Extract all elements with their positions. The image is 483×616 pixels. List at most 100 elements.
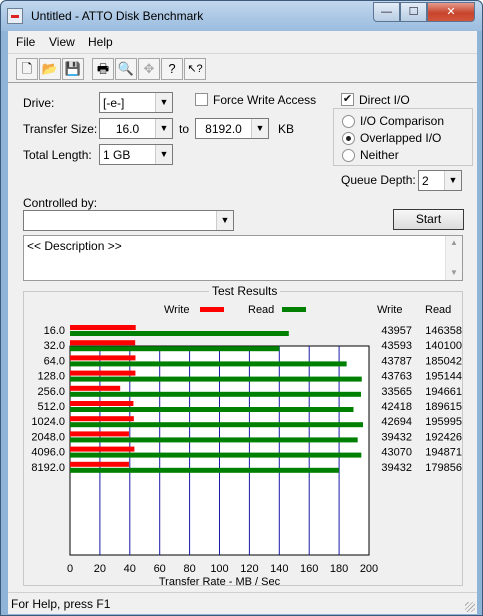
help-icon[interactable]: ? [161, 58, 183, 80]
read-bar [70, 467, 339, 473]
test-results-group: Test Results 0 20 40 60 80 100 120 140 160 180 200… [23, 284, 463, 587]
category-label: 8192.0 [31, 462, 65, 474]
write-bar [70, 385, 121, 391]
read-bar [70, 391, 362, 397]
transfer-rate-chart: 0 20 40 60 80 100 120 140 160 180 200 Transfer Rate… [31, 304, 462, 587]
x-tick-label: 100 [210, 563, 228, 575]
read-value: 146358 [425, 325, 462, 337]
start-button[interactable]: Start [393, 209, 464, 230]
queue-depth-value: 2 [422, 174, 429, 188]
read-bar [70, 437, 358, 443]
neither-radio[interactable] [342, 149, 355, 162]
write-bar [70, 355, 136, 361]
category-label: 2048.0 [31, 431, 65, 443]
context-help-icon[interactable]: ↖? [184, 58, 206, 80]
write-bar [70, 370, 136, 376]
read-bar [70, 331, 289, 336]
chevron-down-icon: ▼ [444, 171, 461, 190]
scroll-down-icon[interactable]: ▼ [450, 268, 458, 277]
client-area: File View Help 🗋 📂 💾 🖶 🔍 ✥ ? ↖? Drive: [… [8, 31, 477, 614]
chevron-down-icon: ▼ [155, 119, 172, 138]
read-bar [70, 407, 354, 412]
x-tick-label: 20 [94, 563, 106, 575]
write-bar [70, 401, 134, 406]
x-tick-label: 180 [330, 563, 348, 575]
controlled-by-label: Controlled by: [23, 196, 98, 210]
drive-select[interactable]: [-e-] ▼ [99, 92, 173, 113]
direct-io-label: Direct I/O [359, 93, 410, 107]
new-icon[interactable]: 🗋 [16, 58, 38, 80]
write-bar [70, 431, 129, 437]
transfer-size-to-select[interactable]: 8192.0 ▼ [195, 118, 269, 139]
x-tick-label: 140 [270, 563, 288, 575]
controlled-by-select[interactable]: ▼ [23, 210, 234, 231]
write-value: 42694 [381, 416, 412, 428]
resize-grip-icon[interactable] [465, 602, 475, 612]
print-icon[interactable]: 🖶 [92, 58, 114, 80]
transfer-from-value: 16.0 [115, 122, 140, 136]
queue-depth-select[interactable]: 2 ▼ [418, 170, 462, 191]
overlapped-io-radio[interactable] [342, 132, 355, 145]
force-write-checkbox[interactable] [195, 93, 208, 106]
app-icon [7, 8, 23, 24]
read-bar [70, 422, 364, 428]
io-comparison-radio[interactable] [342, 115, 355, 128]
transfer-to-value: 8192.0 [205, 122, 242, 136]
description-text: << Description >> [27, 239, 122, 253]
maximize-button[interactable]: ☐ [400, 2, 427, 22]
write-value: 43070 [381, 447, 412, 459]
x-tick-label: 0 [67, 563, 73, 575]
read-value: 192426 [425, 431, 462, 443]
status-text: For Help, press F1 [11, 597, 111, 611]
legend-read-label: Read [248, 304, 274, 316]
drive-label: Drive: [23, 96, 55, 110]
read-value: 195995 [425, 416, 462, 428]
direct-io-checkbox[interactable]: ✔ [341, 93, 354, 106]
menu-file[interactable]: File [16, 35, 35, 49]
neither-label: Neither [360, 148, 399, 162]
category-label: 256.0 [37, 386, 65, 398]
write-bar [70, 446, 135, 452]
close-button[interactable]: ✕ [427, 2, 475, 22]
description-scrollbar[interactable]: ▲ ▼ [445, 236, 462, 280]
read-value: 195144 [425, 371, 462, 383]
write-bar [70, 340, 136, 346]
scroll-up-icon[interactable]: ▲ [450, 238, 458, 247]
move-icon: ✥ [138, 58, 160, 80]
status-bar: For Help, press F1 [8, 592, 477, 614]
open-icon[interactable]: 📂 [39, 58, 61, 80]
read-bar [70, 376, 362, 382]
menu-help[interactable]: Help [88, 35, 113, 49]
to-label: to [179, 122, 190, 136]
write-bar [70, 461, 129, 467]
save-icon[interactable]: 💾 [62, 58, 84, 80]
write-bar [70, 325, 136, 330]
read-bar [70, 361, 347, 367]
transfer-size-from-select[interactable]: 16.0 ▼ [99, 118, 173, 139]
write-value: 39432 [381, 462, 412, 474]
menu-view[interactable]: View [49, 35, 75, 49]
title-bar[interactable]: Untitled - ATTO Disk Benchmark — ☐ ✕ [1, 1, 482, 31]
category-label: 1024.0 [31, 416, 65, 428]
minimize-button[interactable]: — [373, 2, 400, 22]
total-length-select[interactable]: 1 GB ▼ [99, 144, 173, 165]
print-preview-icon[interactable]: 🔍 [115, 58, 137, 80]
legend-write-label: Write [164, 304, 189, 316]
menu-bar: File View Help [8, 31, 477, 53]
read-value: 140100 [425, 340, 462, 352]
column-header-read: Read [425, 304, 451, 316]
category-label: 32.0 [44, 340, 65, 352]
chevron-down-icon: ▼ [251, 119, 268, 138]
write-value: 43957 [381, 325, 412, 337]
write-value: 33565 [381, 386, 412, 398]
total-length-value: 1 GB [103, 148, 131, 162]
read-value: 179856 [425, 462, 462, 474]
chevron-down-icon: ▼ [155, 145, 172, 164]
x-tick-label: 40 [124, 563, 136, 575]
legend-write-swatch [200, 307, 224, 312]
description-textarea[interactable]: << Description >> ▲ ▼ [23, 235, 463, 281]
read-value: 194871 [425, 447, 462, 459]
read-value: 189615 [425, 401, 462, 413]
category-label: 4096.0 [31, 447, 65, 459]
x-tick-label: 120 [240, 563, 258, 575]
